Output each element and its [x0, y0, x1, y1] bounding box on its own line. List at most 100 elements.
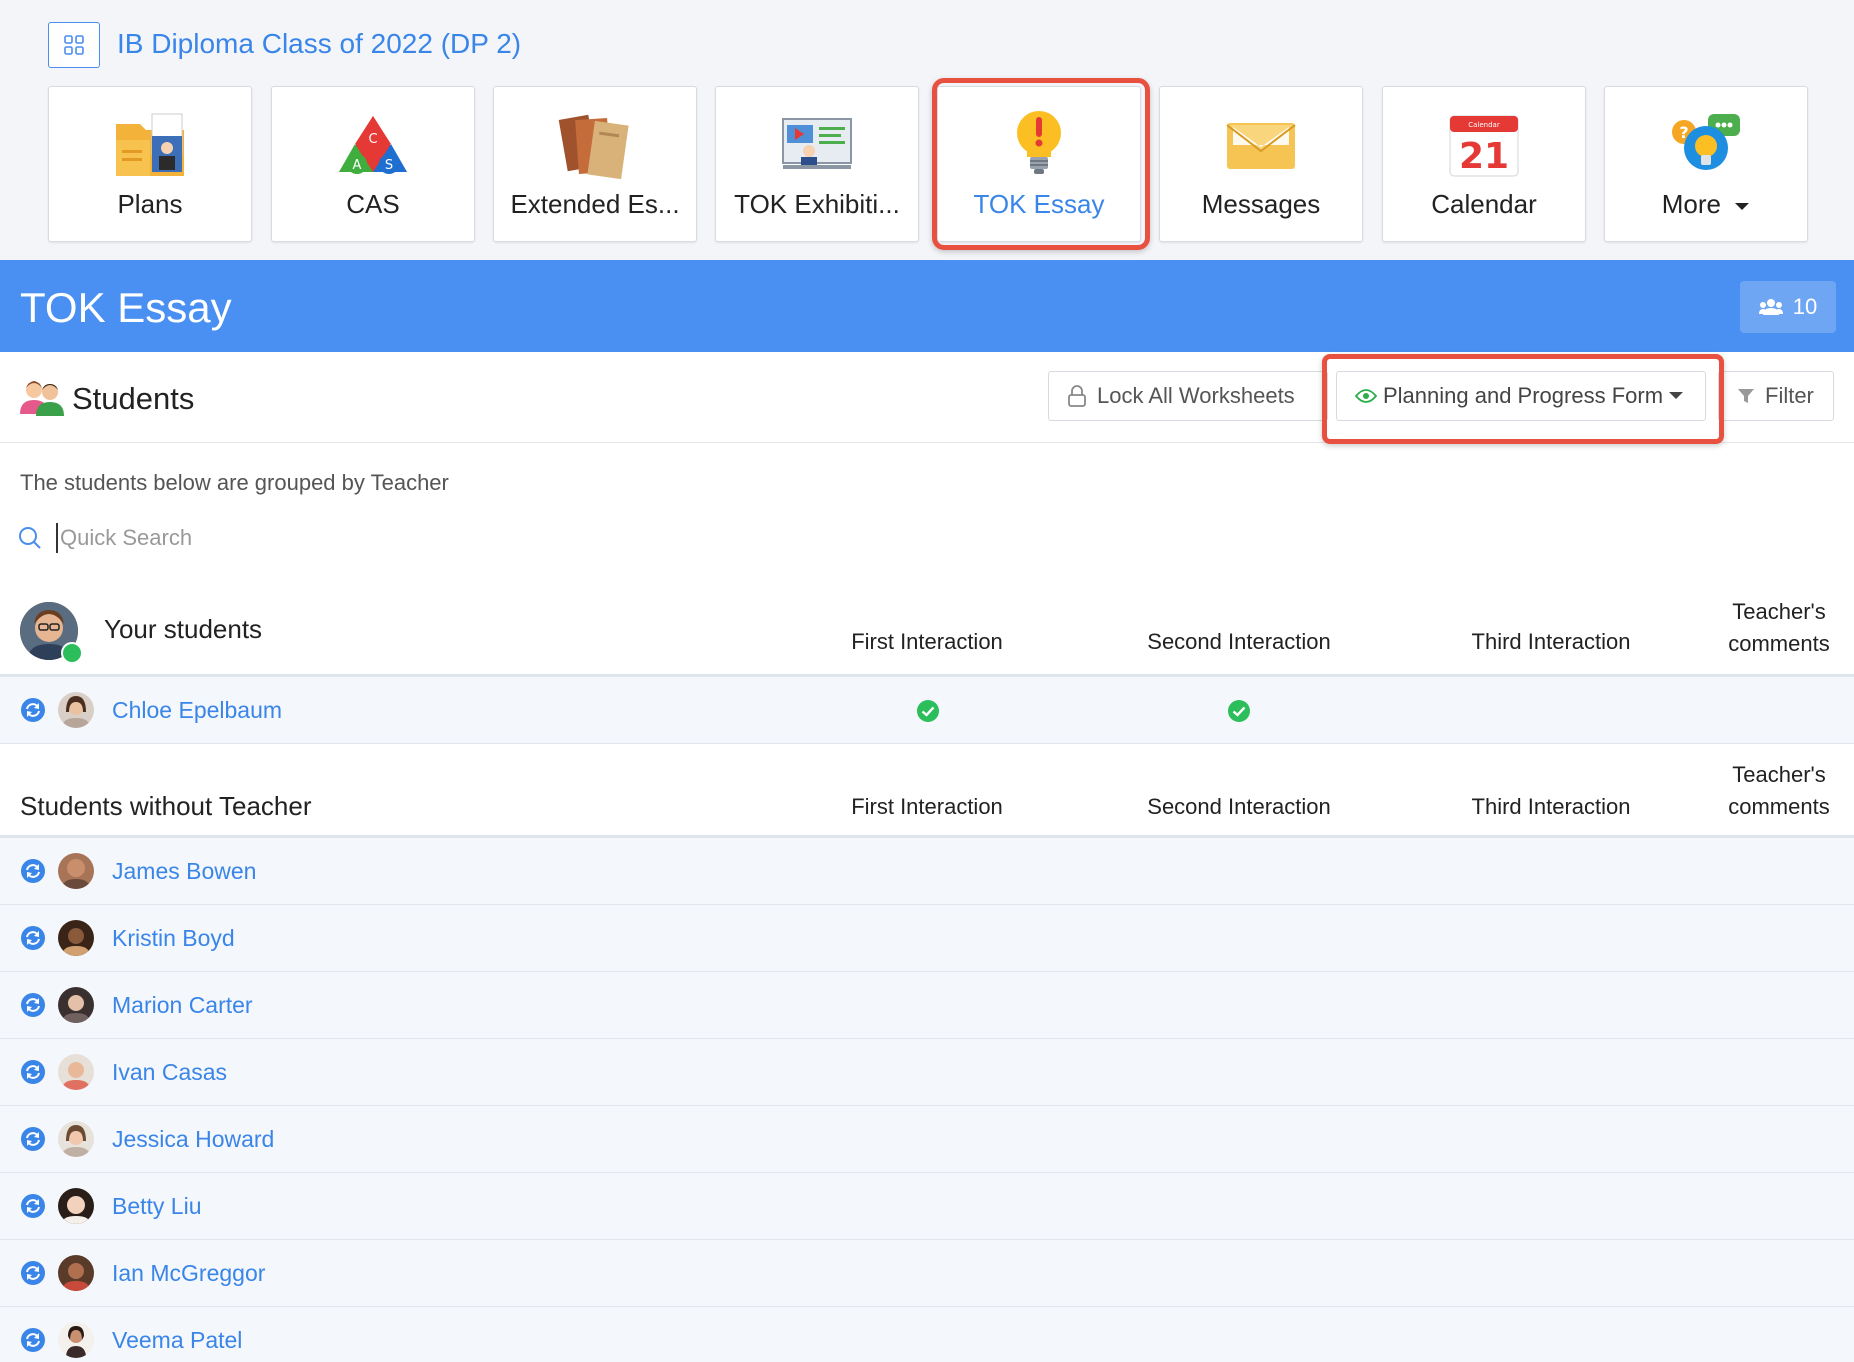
- table-row[interactable]: Jessica Howard: [0, 1106, 1854, 1173]
- calendar-month-text: Calendar: [1468, 121, 1500, 129]
- students-group-icon: [20, 381, 64, 416]
- avatar: [58, 1322, 94, 1358]
- page-title: TOK Essay: [20, 284, 232, 331]
- sync-icon[interactable]: [20, 858, 46, 884]
- search-icon: [19, 527, 41, 549]
- sync-icon[interactable]: [20, 697, 46, 723]
- tile-label: Messages: [1201, 189, 1321, 219]
- svg-text:A: A: [353, 158, 362, 173]
- student-name-link[interactable]: Ivan Casas: [112, 1057, 227, 1087]
- tile-label: Extended Es...: [510, 189, 680, 219]
- table-row[interactable]: Ivan Casas: [0, 1039, 1854, 1106]
- grouped-note: The students below are grouped by Teache…: [20, 470, 449, 495]
- sync-icon[interactable]: [20, 1193, 46, 1219]
- users-icon: [1758, 299, 1783, 315]
- class-picker-button[interactable]: [48, 22, 100, 68]
- table-row[interactable]: Betty Liu: [0, 1173, 1854, 1240]
- plans-folder-icon: [116, 113, 184, 176]
- lock-all-label: Lock All Worksheets: [1097, 383, 1295, 408]
- students-count: 10: [1792, 294, 1818, 319]
- page-header: TOK Essay 10: [0, 260, 1854, 352]
- avatar: [58, 1054, 94, 1090]
- col-comments-line1: Teacher's: [1732, 599, 1826, 624]
- tile-more[interactable]: ? More: [1604, 86, 1808, 242]
- table-row[interactable]: James Bowen: [0, 838, 1854, 905]
- student-name-link[interactable]: Chloe Epelbaum: [112, 695, 282, 725]
- col-comments-line1: Teacher's: [1732, 762, 1826, 787]
- app-launcher-area: IB Diploma Class of 2022 (DP 2) Plans C …: [0, 0, 1854, 260]
- avatar: [58, 1255, 94, 1291]
- check-circle-icon: [1228, 700, 1250, 722]
- avatar: [58, 692, 94, 728]
- col-teachers-comments: Teacher's comments: [1716, 596, 1842, 660]
- avatar: [58, 1121, 94, 1157]
- tile-tok-exhibition[interactable]: TOK Exhibiti...: [715, 86, 919, 242]
- students-count-button[interactable]: 10: [1740, 281, 1836, 333]
- tile-label: CAS: [346, 189, 400, 219]
- cas-triangle-icon: C A S: [339, 116, 407, 174]
- tile-label: TOK Exhibiti...: [734, 189, 900, 219]
- tile-extended-essay[interactable]: Extended Es...: [493, 86, 697, 242]
- lock-icon: [1068, 385, 1086, 407]
- search-input[interactable]: [56, 523, 462, 553]
- student-name-link[interactable]: Betty Liu: [112, 1191, 202, 1221]
- student-name-link[interactable]: Marion Carter: [112, 990, 253, 1020]
- tile-label: Plans: [117, 189, 183, 219]
- col-comments-line2: comments: [1728, 631, 1830, 656]
- sync-icon[interactable]: [20, 1260, 46, 1286]
- filter-button[interactable]: Filter: [1718, 371, 1834, 421]
- table-row[interactable]: Ian McGreggor: [0, 1240, 1854, 1307]
- grid-icon: [64, 35, 84, 55]
- col-first-interaction: First Interaction: [851, 629, 1003, 654]
- highlight-tok-essay: [932, 78, 1150, 250]
- col-second-interaction: Second Interaction: [1147, 794, 1331, 819]
- more-icon: ?: [1672, 114, 1740, 170]
- envelope-icon: [1226, 123, 1296, 169]
- student-name-link[interactable]: Jessica Howard: [112, 1124, 274, 1154]
- quick-search: [18, 520, 462, 556]
- student-name-link[interactable]: Veema Patel: [112, 1325, 242, 1355]
- avatar: [58, 920, 94, 956]
- col-first-interaction: First Interaction: [851, 794, 1003, 819]
- col-third-interaction: Third Interaction: [1471, 629, 1631, 654]
- highlight-form-select: [1322, 354, 1724, 444]
- app-tiles: Plans C A S CAS Extended Es... TOK Exhib…: [48, 86, 1808, 242]
- col-third-interaction: Third Interaction: [1471, 794, 1631, 819]
- lock-all-worksheets-button[interactable]: Lock All Worksheets: [1048, 371, 1328, 421]
- books-icon: [558, 114, 629, 180]
- group-header-without-teacher: Students without Teacher First Interacti…: [0, 745, 1854, 838]
- sync-icon[interactable]: [20, 1059, 46, 1085]
- col-second-interaction: Second Interaction: [1147, 629, 1331, 654]
- table-row[interactable]: Veema Patel: [0, 1307, 1854, 1362]
- group-title: Your students: [104, 614, 263, 644]
- tile-label-more: More: [1605, 189, 1807, 220]
- svg-text:C: C: [368, 132, 377, 147]
- col-teachers-comments: Teacher's comments: [1716, 759, 1842, 823]
- class-title-link[interactable]: IB Diploma Class of 2022 (DP 2): [117, 24, 521, 64]
- tile-label: Calendar: [1431, 189, 1537, 219]
- col-comments-line2: comments: [1728, 794, 1830, 819]
- sync-icon[interactable]: [20, 925, 46, 951]
- tile-calendar[interactable]: Calendar 21 Calendar: [1382, 86, 1586, 242]
- filter-icon: [1738, 389, 1754, 403]
- sync-icon[interactable]: [20, 992, 46, 1018]
- student-name-link[interactable]: James Bowen: [112, 856, 256, 886]
- calendar-day-text: 21: [1459, 136, 1509, 177]
- group-header-your-students: Your students First Interaction Second I…: [0, 596, 1854, 677]
- student-name-link[interactable]: Kristin Boyd: [112, 923, 235, 953]
- svg-text:S: S: [385, 158, 393, 173]
- tile-messages[interactable]: Messages: [1159, 86, 1363, 242]
- table-row[interactable]: Chloe Epelbaum: [0, 677, 1854, 744]
- student-name-link[interactable]: Ian McGreggor: [112, 1258, 265, 1288]
- tile-cas[interactable]: C A S CAS: [271, 86, 475, 242]
- table-row[interactable]: Kristin Boyd: [0, 905, 1854, 972]
- calendar-icon: Calendar 21: [1449, 115, 1519, 177]
- table-row[interactable]: Marion Carter: [0, 972, 1854, 1039]
- sync-icon[interactable]: [20, 1126, 46, 1152]
- tile-plans[interactable]: Plans: [48, 86, 252, 242]
- avatar: [58, 1188, 94, 1224]
- students-title: Students: [72, 381, 195, 416]
- caret-down-icon: [1735, 203, 1750, 211]
- sync-icon[interactable]: [20, 1327, 46, 1353]
- avatar: [58, 987, 94, 1023]
